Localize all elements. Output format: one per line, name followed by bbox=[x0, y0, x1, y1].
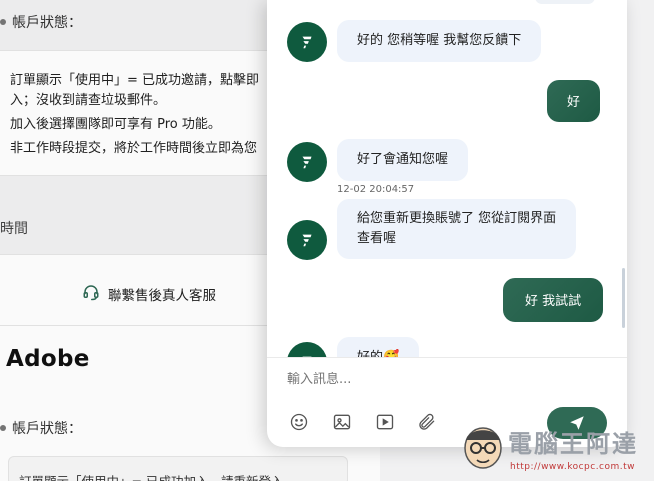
agent-avatar bbox=[287, 142, 327, 182]
watermark-url: http://www.kocpc.com.tw bbox=[510, 462, 636, 472]
agent-message: 給您重新更換賬號了 您從訂閱界面 查看喔 bbox=[337, 199, 577, 259]
emoji-icon bbox=[290, 413, 308, 431]
video-button[interactable] bbox=[373, 410, 397, 434]
agent-message: 好了會通知您喔 bbox=[337, 139, 469, 181]
agent-message: 好的🥰 bbox=[337, 337, 420, 357]
message-scrollbar[interactable] bbox=[622, 268, 625, 328]
mascot-logo-icon bbox=[464, 427, 502, 469]
attach-button[interactable] bbox=[415, 410, 439, 434]
agent-logo-icon bbox=[302, 234, 312, 247]
paperclip-icon bbox=[419, 413, 435, 430]
watermark-title: 電腦王阿達 bbox=[508, 430, 638, 458]
message-list[interactable]: 好的 您稍等喔 我幫您反饋下 好 好了會通知您喔 12-02 20:04:57 … bbox=[267, 0, 627, 357]
previous-message-stub bbox=[535, 0, 595, 4]
emoji-button[interactable] bbox=[287, 410, 311, 434]
agent-avatar bbox=[287, 220, 327, 260]
agent-logo-icon bbox=[302, 36, 312, 49]
chat-panel: 好的 您稍等喔 我幫您反饋下 好 好了會通知您喔 12-02 20:04:57 … bbox=[267, 0, 627, 447]
agent-logo-icon bbox=[302, 156, 312, 169]
video-icon bbox=[376, 414, 394, 430]
message-timestamp: 12-02 20:04:57 bbox=[337, 184, 415, 195]
image-icon bbox=[333, 414, 351, 430]
agent-avatar bbox=[287, 342, 327, 357]
message-input[interactable] bbox=[287, 372, 587, 387]
user-message: 好 我試試 bbox=[503, 278, 604, 322]
watermark: 電腦王阿達 http://www.kocpc.com.tw bbox=[460, 420, 650, 478]
user-message: 好 bbox=[547, 80, 601, 122]
composer-divider bbox=[267, 357, 627, 358]
agent-message: 好的 您稍等喔 我幫您反饋下 bbox=[337, 20, 542, 62]
image-button[interactable] bbox=[330, 410, 354, 434]
agent-avatar bbox=[287, 22, 327, 62]
